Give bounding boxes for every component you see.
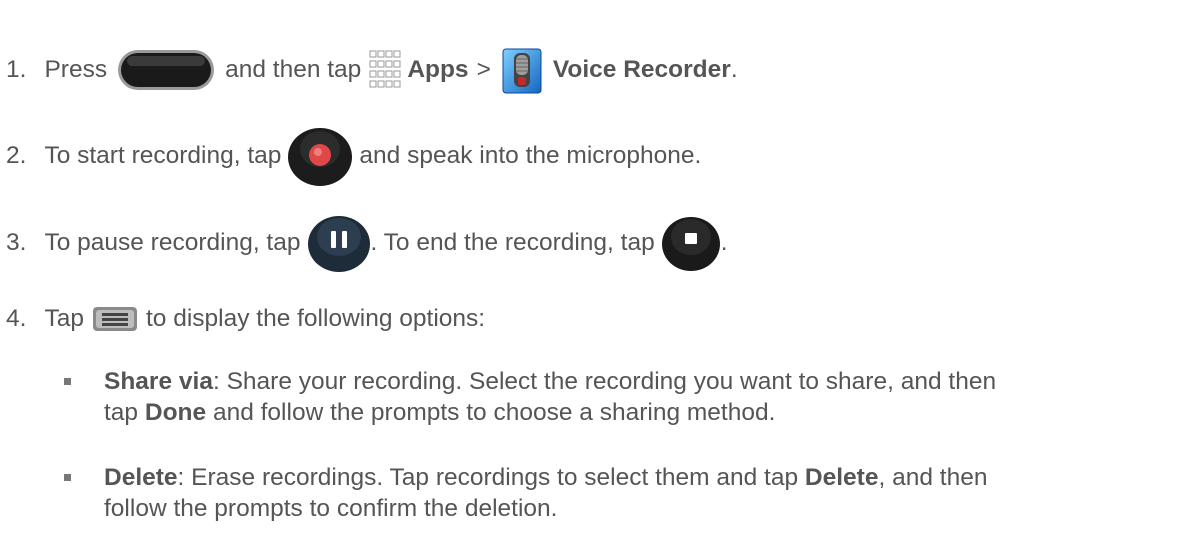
menu-key-icon [92,307,137,331]
step-text: and then tap [225,56,362,83]
step-text: to display the following options: [145,305,486,332]
option-term: Delete [104,464,178,491]
apps-grid-icon [369,50,401,88]
apps-label: Apps [407,56,469,83]
step-number: 1. [6,56,27,83]
step-text: and speak into the microphone. [359,142,702,169]
voice-recorder-label: Voice Recorder [552,56,731,83]
pause-icon [307,216,370,272]
step-text: . To end the recording, tap [370,229,655,256]
step-4: 4. Tap to display the following options: [6,299,485,339]
stop-icon [661,217,720,271]
option-term: Share via [104,368,213,395]
step-2: 2. To start recording, tap and speak int… [6,124,701,188]
bullet [64,378,71,385]
option-line: Share via: Share your recording. Select … [104,368,997,395]
step-text: Press [44,56,108,83]
step-text: . [720,229,728,256]
step-number: 3. [6,229,27,256]
home-key-icon [118,50,215,90]
record-icon [288,128,353,186]
step-text: To start recording, tap [44,142,282,169]
delete-label: Delete [804,464,879,491]
done-label: Done [144,399,207,426]
step-3: 3. To pause recording, tap . To end the … [6,212,728,274]
step-1: 1. Press and then tap Apps > Voice Recor… [6,40,738,100]
bullet [64,474,71,481]
step-text: To pause recording, tap [44,229,301,256]
option-line: follow the prompts to confirm the deleti… [104,495,558,522]
step-text: . [730,56,738,83]
step-number: 2. [6,142,27,169]
separator: > [476,56,491,83]
option-line: Delete: Erase recordings. Tap recordings… [104,464,988,491]
step-number: 4. [6,305,27,332]
step-text: Tap [44,305,84,332]
option-line: tap Done and follow the prompts to choos… [104,399,776,426]
voice-recorder-app-icon [502,48,542,94]
